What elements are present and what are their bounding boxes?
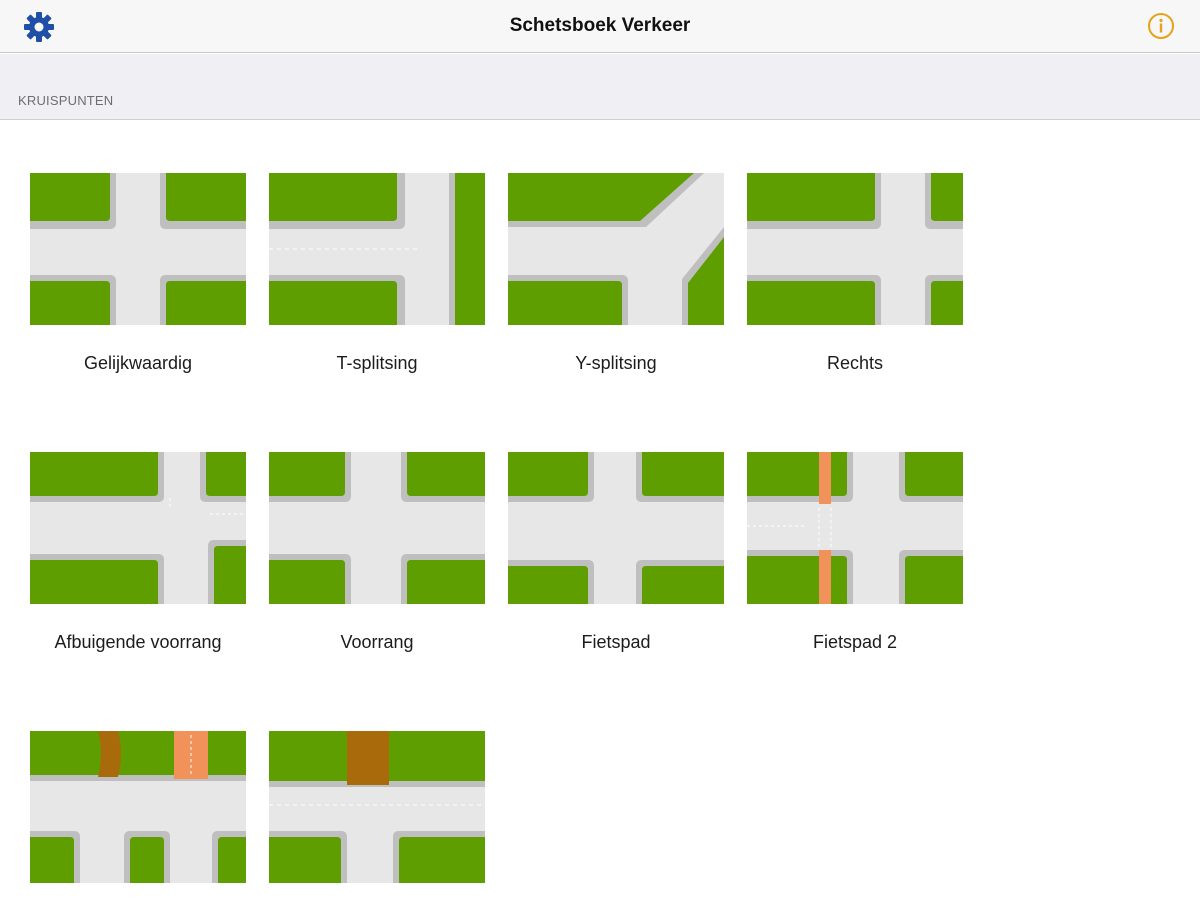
bending-priority-thumbnail	[30, 452, 246, 604]
y-junction-thumbnail	[508, 173, 724, 325]
bike-path-crossing-thumbnail	[747, 452, 963, 604]
intersection-tile-rechts[interactable]: Rechts	[747, 173, 963, 374]
tile-label: Y-splitsing	[575, 353, 657, 373]
info-icon	[1148, 13, 1174, 39]
tile-label: Gelijkwaardig	[83, 353, 193, 373]
crossroads-thumbnail	[30, 173, 246, 325]
bike-path-thumbnail	[508, 452, 724, 604]
intersection-tile-gelijkwaardig[interactable]: Gelijkwaardig	[30, 173, 246, 374]
navigation-bar: Schetsboek Verkeer	[0, 0, 1200, 53]
t-junction-thumbnail	[269, 173, 485, 325]
tile-label: T-splitsing	[336, 353, 418, 373]
info-button[interactable]	[1147, 12, 1175, 40]
section-title: KRUISPUNTEN	[18, 93, 114, 108]
intersection-tile-fietspad-2[interactable]: Fietspad 2	[747, 452, 963, 653]
section-header: KRUISPUNTEN	[0, 54, 1200, 120]
priority-thumbnail	[269, 452, 485, 604]
intersection-tile-y-splitsing[interactable]: Y-splitsing	[508, 173, 724, 374]
tile-label: Fietspad	[581, 632, 651, 652]
tile-label: Rechts	[826, 353, 884, 373]
page-title: Schetsboek Verkeer	[509, 15, 691, 36]
crossroads-thumbnail	[747, 173, 963, 325]
tile-label: Voorrang	[340, 632, 414, 652]
intersection-tile-afbuigende-voorrang[interactable]: Afbuigende voorrang	[30, 452, 246, 653]
tile-label: Afbuigende voorrang	[54, 632, 222, 652]
intersection-tile-t-splitsing[interactable]: T-splitsing	[269, 173, 485, 374]
intersection-tile-fietspad[interactable]: Fietspad	[508, 452, 724, 653]
intersection-tile-10[interactable]	[269, 731, 485, 911]
intersection-tile-voorrang[interactable]: Voorrang	[269, 452, 485, 653]
bike-and-dirt-path-thumbnail	[30, 731, 246, 883]
dirt-path-thumbnail	[269, 731, 485, 883]
intersection-grid: Gelijkwaardig T-splitsing Y-splitsing Re…	[0, 120, 1200, 900]
tile-label: Fietspad 2	[812, 632, 898, 652]
intersection-tile-9[interactable]	[30, 731, 246, 911]
